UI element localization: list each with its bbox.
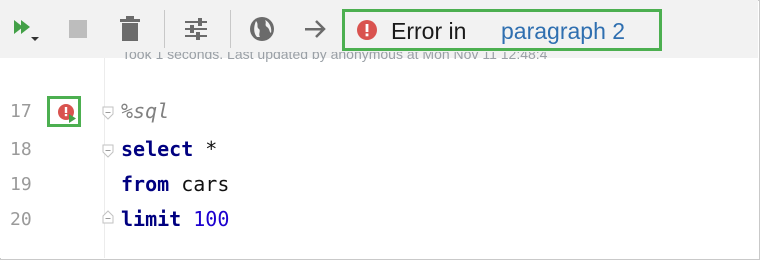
run-all-icon: [14, 20, 39, 41]
stop-button[interactable]: [60, 10, 96, 48]
code-token-number: 100: [181, 207, 230, 231]
navigate-button[interactable]: [298, 10, 334, 48]
code-line[interactable]: %sql: [121, 99, 169, 123]
code-line[interactable]: select *: [121, 137, 217, 161]
code-token-plain: cars: [169, 172, 230, 196]
trash-icon: [120, 16, 140, 41]
paragraph-status-text: Took 1 seconds. Last updated by anonymou…: [122, 52, 548, 62]
code-line[interactable]: from cars: [121, 172, 229, 196]
fold-marker-icon[interactable]: [102, 144, 114, 158]
error-status-indicator[interactable]: Error in paragraph 2: [342, 9, 662, 51]
error-run-icon: [58, 104, 76, 123]
line-number: 19: [10, 174, 32, 195]
code-token-keyword: select: [121, 137, 194, 161]
line-number: 18: [10, 139, 32, 160]
fold-end-marker-icon[interactable]: [102, 210, 114, 224]
fold-marker-icon[interactable]: [102, 106, 114, 120]
paragraph-toolbar: Error in paragraph 2: [0, 0, 758, 58]
line-number: 20: [10, 209, 32, 230]
toolbar-separator: [164, 10, 165, 48]
toolbar-separator: [230, 10, 231, 48]
settings-sliders-icon: [185, 18, 207, 40]
error-label: Error in: [391, 18, 467, 44]
code-token-keyword: limit: [121, 207, 182, 231]
delete-button[interactable]: [112, 10, 148, 48]
gutter-divider: [104, 58, 105, 258]
code-token-keyword: from: [121, 172, 170, 196]
code-token-plain: *: [193, 137, 218, 161]
run-all-button[interactable]: [6, 10, 42, 48]
code-token-magic: %sql: [121, 99, 170, 123]
gutter-error-run-button[interactable]: [47, 96, 81, 127]
web-link-button[interactable]: [244, 10, 280, 48]
arrow-right-icon: [305, 20, 326, 38]
globe-icon: [250, 17, 274, 41]
line-number: 17: [10, 101, 32, 122]
code-line[interactable]: limit 100: [121, 207, 229, 231]
error-paragraph-link[interactable]: paragraph 2: [501, 17, 625, 45]
stop-icon: [69, 20, 87, 38]
settings-button[interactable]: [178, 10, 214, 48]
error-icon: [357, 20, 377, 40]
